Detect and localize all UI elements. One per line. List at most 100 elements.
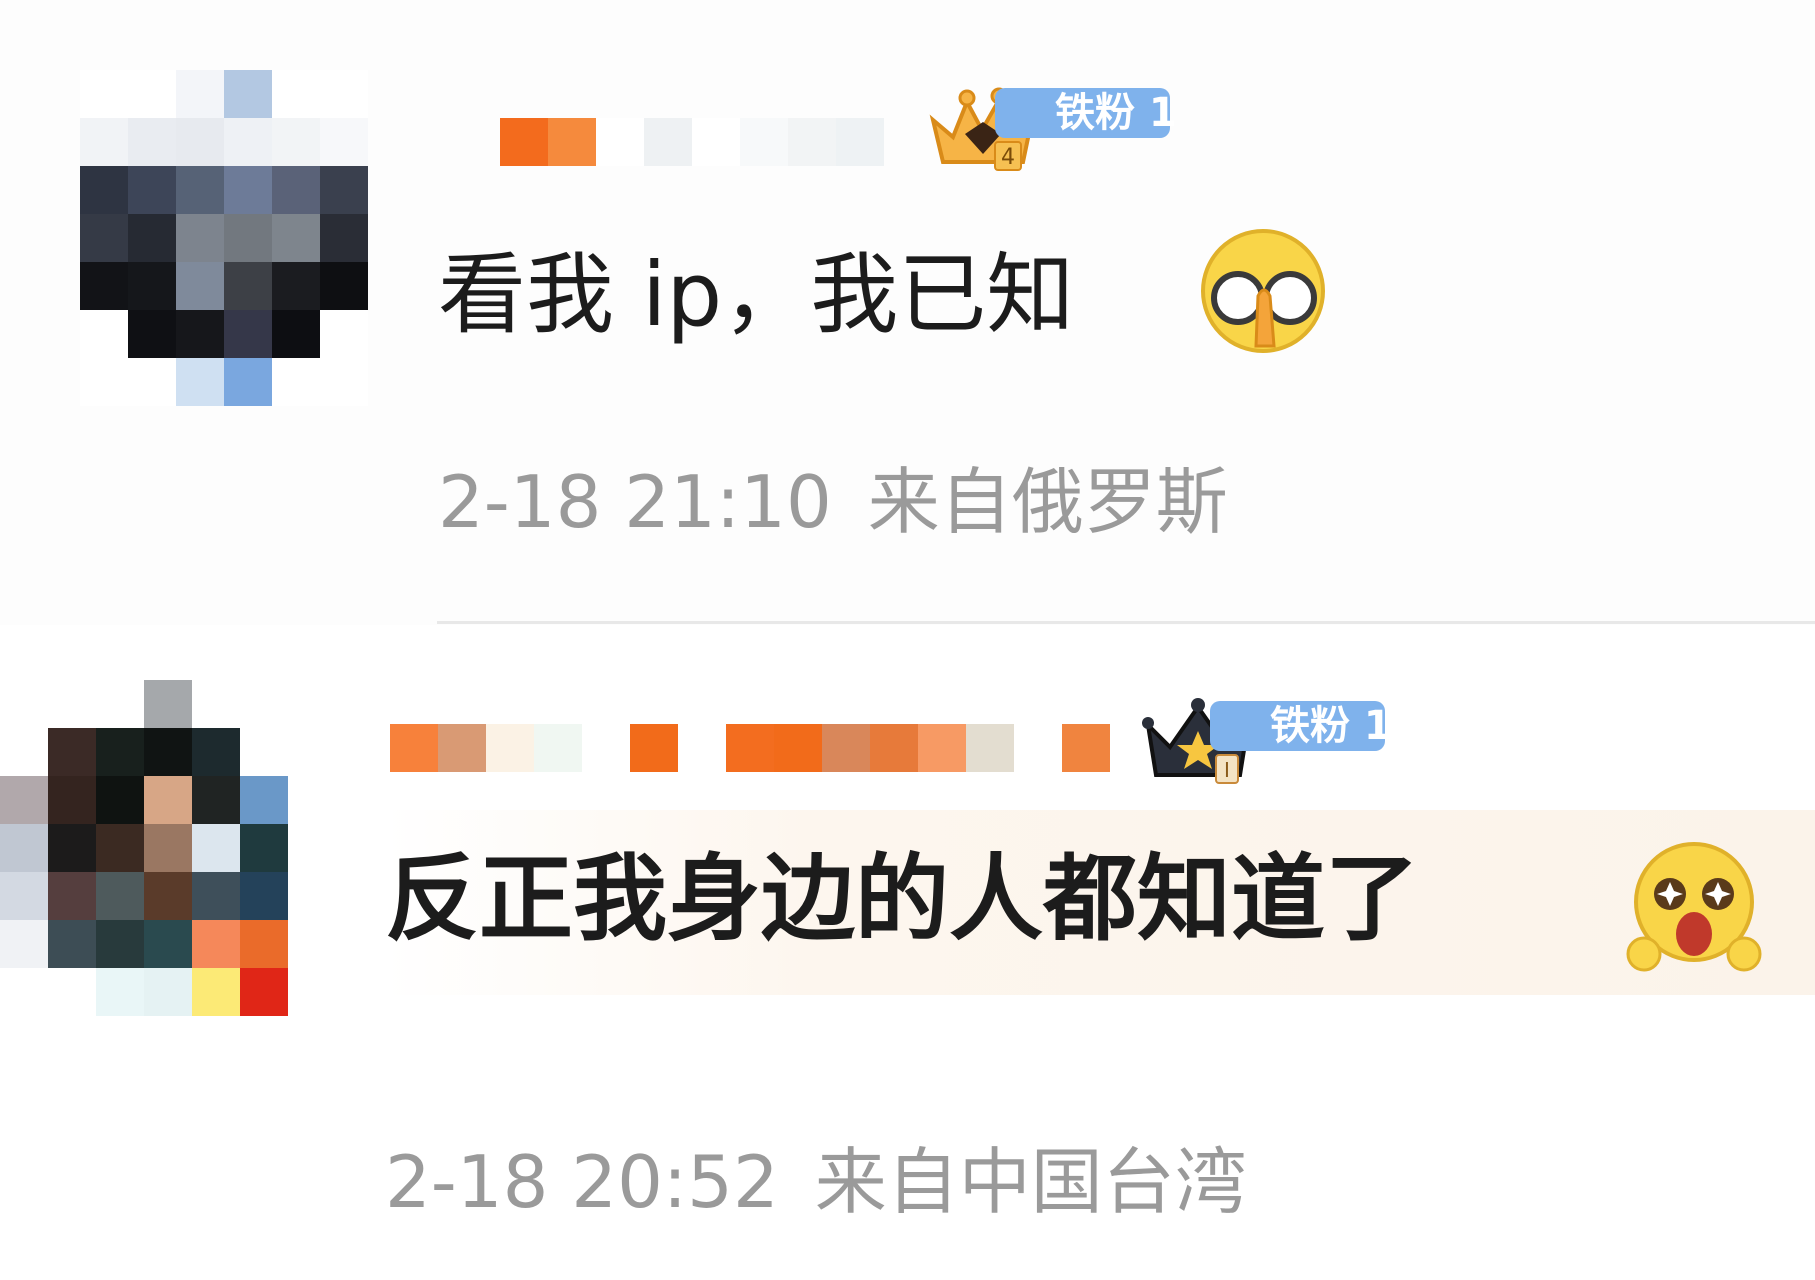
mosaic-cell	[192, 680, 240, 728]
mosaic-cell	[0, 968, 48, 1016]
mosaic-cell	[320, 166, 368, 214]
mosaic-cell	[320, 70, 368, 118]
mosaic-cell	[240, 920, 288, 968]
mosaic-cell	[224, 118, 272, 166]
comment-item: 4 铁粉 1 看我 ip，我已知 2-18 21:10 来自俄罗斯	[0, 0, 1815, 625]
mosaic-cell	[320, 262, 368, 310]
glasses-facepalm-emoji	[1201, 229, 1325, 353]
mosaic-cell	[870, 724, 918, 772]
mosaic-cell	[0, 680, 48, 728]
timestamp: 2-18 20:52	[385, 1140, 779, 1224]
mosaic-cell	[80, 166, 128, 214]
mosaic-cell	[144, 872, 192, 920]
divider	[437, 621, 1815, 624]
mosaic-cell	[740, 118, 788, 166]
mosaic-cell	[96, 872, 144, 920]
mosaic-cell	[128, 262, 176, 310]
mosaic-cell	[224, 70, 272, 118]
mosaic-cell	[500, 118, 548, 166]
mosaic-cell	[1014, 724, 1062, 772]
mosaic-cell	[144, 728, 192, 776]
mosaic-cell	[128, 358, 176, 406]
mosaic-cell	[0, 920, 48, 968]
mosaic-cell	[144, 824, 192, 872]
mosaic-cell	[192, 776, 240, 824]
mosaic-cell	[0, 728, 48, 776]
mosaic-cell	[48, 680, 96, 728]
comment-item: I 铁粉 1 反正我身边的人都知道了 2-18 20:52 来自中国台湾	[0, 625, 1815, 1280]
mosaic-cell	[176, 310, 224, 358]
mosaic-cell	[836, 118, 884, 166]
mosaic-cell	[48, 920, 96, 968]
mosaic-cell	[96, 680, 144, 728]
mosaic-cell	[240, 824, 288, 872]
avatar[interactable]	[80, 70, 368, 406]
mosaic-cell	[80, 118, 128, 166]
mosaic-cell	[224, 358, 272, 406]
mosaic-cell	[438, 724, 486, 772]
mosaic-cell	[80, 358, 128, 406]
mosaic-cell	[272, 358, 320, 406]
mosaic-cell	[678, 724, 726, 772]
username[interactable]	[500, 118, 884, 166]
mosaic-cell	[630, 724, 678, 772]
mosaic-cell	[240, 872, 288, 920]
mosaic-cell	[80, 70, 128, 118]
mosaic-cell	[96, 728, 144, 776]
comment-meta: 2-18 20:52 来自中国台湾	[385, 1142, 1247, 1222]
username[interactable]	[390, 724, 1110, 772]
mosaic-cell	[0, 872, 48, 920]
ip-location: 来自中国台湾	[814, 1140, 1247, 1224]
mosaic-cell	[128, 70, 176, 118]
mosaic-cell	[176, 70, 224, 118]
mosaic-cell	[582, 724, 630, 772]
mosaic-cell	[144, 920, 192, 968]
fan-badge[interactable]: 4 铁粉 1	[925, 82, 1220, 171]
avatar[interactable]	[0, 680, 288, 1016]
mosaic-cell	[128, 118, 176, 166]
mosaic-cell	[80, 310, 128, 358]
mosaic-cell	[644, 118, 692, 166]
comment-meta: 2-18 21:10 来自俄罗斯	[438, 462, 1228, 542]
mosaic-cell	[534, 724, 582, 772]
mosaic-cell	[272, 310, 320, 358]
mosaic-cell	[144, 680, 192, 728]
mosaic-cell	[192, 872, 240, 920]
mosaic-cell	[176, 358, 224, 406]
mosaic-cell	[192, 968, 240, 1016]
mosaic-cell	[548, 118, 596, 166]
svg-text:I: I	[1224, 758, 1230, 782]
mosaic-cell	[48, 872, 96, 920]
comment-text: 看我 ip，我已知	[438, 243, 1075, 346]
fan-badge-label: 铁粉 1	[1210, 701, 1392, 751]
comment-text: 反正我身边的人都知道了	[385, 845, 1420, 954]
mosaic-cell	[0, 776, 48, 824]
mosaic-cell	[144, 776, 192, 824]
mosaic-cell	[224, 310, 272, 358]
fan-badge[interactable]: I 铁粉 1	[1140, 695, 1440, 784]
mosaic-cell	[774, 724, 822, 772]
ip-location: 来自俄罗斯	[867, 460, 1228, 544]
mosaic-cell	[192, 728, 240, 776]
mosaic-cell	[48, 776, 96, 824]
mosaic-cell	[96, 920, 144, 968]
mosaic-cell	[966, 724, 1014, 772]
mosaic-cell	[692, 118, 740, 166]
mosaic-cell	[486, 724, 534, 772]
mosaic-cell	[0, 824, 48, 872]
mosaic-cell	[224, 166, 272, 214]
mosaic-cell	[320, 310, 368, 358]
mosaic-cell	[80, 214, 128, 262]
mosaic-cell	[272, 214, 320, 262]
mosaic-cell	[48, 968, 96, 1016]
mosaic-cell	[96, 776, 144, 824]
mosaic-cell	[176, 262, 224, 310]
mosaic-cell	[918, 724, 966, 772]
mosaic-cell	[96, 968, 144, 1016]
mosaic-cell	[48, 824, 96, 872]
mosaic-cell	[240, 728, 288, 776]
mosaic-cell	[320, 358, 368, 406]
mosaic-cell	[596, 118, 644, 166]
mosaic-cell	[80, 262, 128, 310]
mosaic-cell	[390, 724, 438, 772]
